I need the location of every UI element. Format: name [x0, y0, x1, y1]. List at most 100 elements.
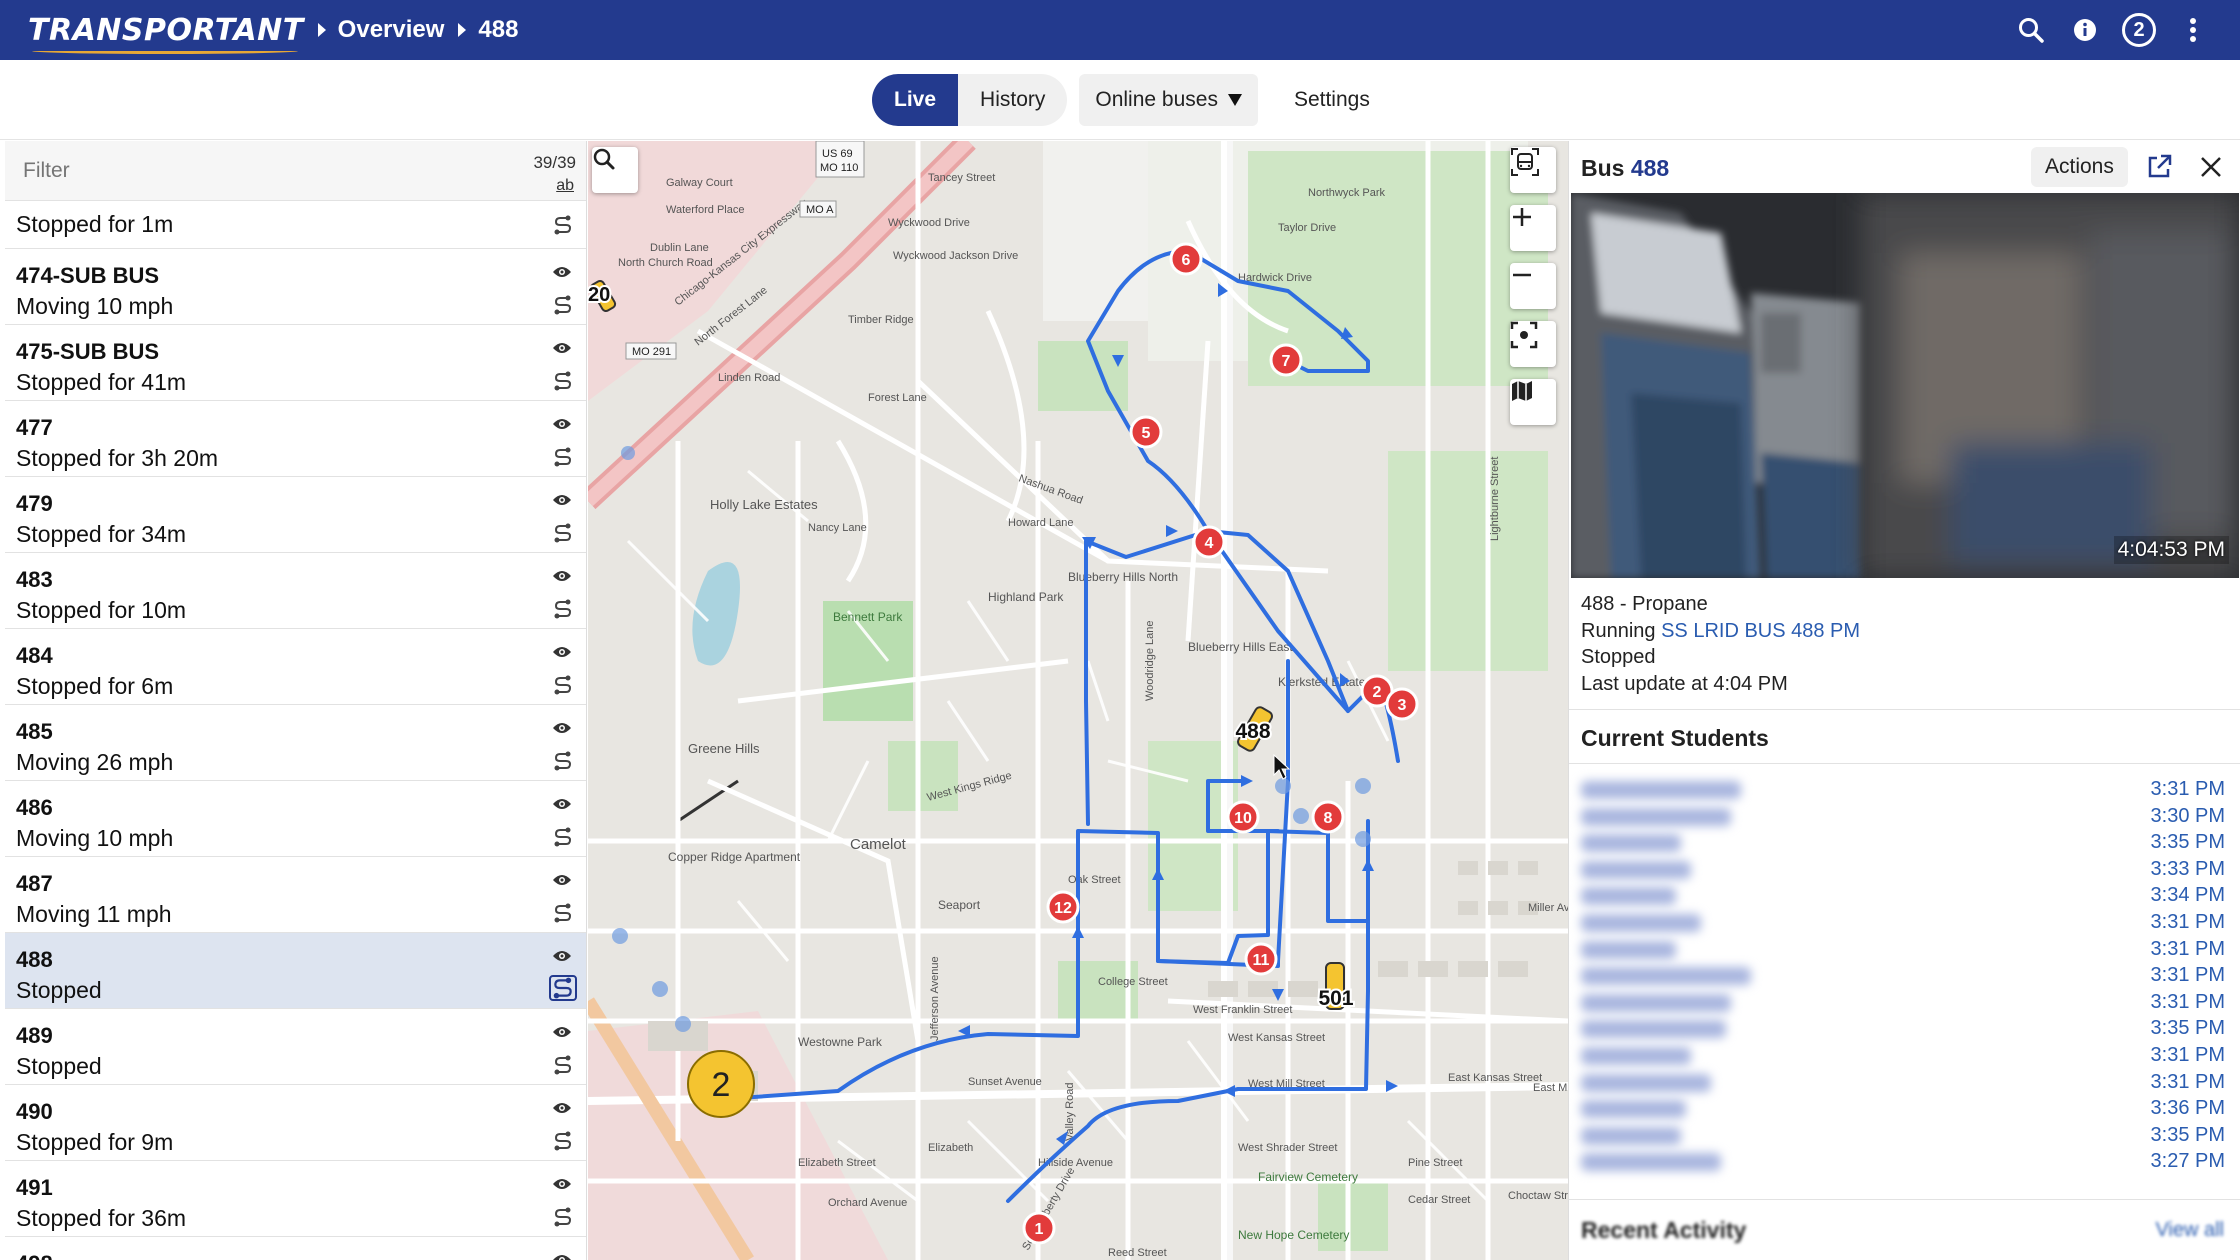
- route-icon[interactable]: [552, 371, 574, 391]
- student-row[interactable]: 3:35 PM: [1569, 1123, 2240, 1150]
- stop-marker[interactable]: 7: [1269, 343, 1303, 377]
- bus-list-item[interactable]: 488 Stopped: [5, 933, 586, 1009]
- view-all-link[interactable]: View all: [2155, 1219, 2224, 1242]
- close-icon[interactable]: [2199, 155, 2223, 179]
- bus-list-item[interactable]: 490 Stopped for 9m: [5, 1085, 586, 1161]
- bus-list-item[interactable]: 475-SUB BUS Stopped for 41m: [5, 325, 586, 401]
- route-icon[interactable]: [552, 827, 574, 847]
- bus-list-item[interactable]: 487 Moving 11 mph: [5, 857, 586, 933]
- route-icon[interactable]: [552, 295, 574, 315]
- student-row[interactable]: 3:27 PM: [1569, 1149, 2240, 1176]
- eye-icon[interactable]: [552, 949, 572, 963]
- stop-marker[interactable]: 5: [1129, 415, 1163, 449]
- eye-icon[interactable]: [552, 569, 572, 583]
- stop-marker[interactable]: 6: [1169, 242, 1203, 276]
- student-row[interactable]: 3:36 PM: [1569, 1096, 2240, 1123]
- notifications-badge[interactable]: 2: [2122, 13, 2156, 47]
- bus-list-panel: 39/39 ab Stopped for 1m 474-SUB BUS Moving…: [5, 141, 587, 1260]
- stop-marker[interactable]: 3: [1385, 687, 1419, 721]
- eye-icon[interactable]: [552, 341, 572, 355]
- student-row[interactable]: 3:31 PM: [1569, 777, 2240, 804]
- tab-history[interactable]: History: [958, 74, 1068, 126]
- student-name-redacted: [1581, 860, 1691, 879]
- bus-list-item[interactable]: 474-SUB BUS Moving 10 mph: [5, 249, 586, 325]
- info-icon[interactable]: [2068, 13, 2102, 47]
- route-icon[interactable]: [552, 1055, 574, 1075]
- map-canvas[interactable]: Galway Court Tancey Street Waterford Pla…: [588, 141, 1568, 1260]
- map-layers-button[interactable]: [1510, 379, 1556, 425]
- eye-icon[interactable]: [552, 721, 572, 735]
- bus-list-item[interactable]: 484 Stopped for 6m: [5, 629, 586, 705]
- student-row[interactable]: 3:31 PM: [1569, 1043, 2240, 1070]
- route-icon[interactable]: [552, 751, 574, 771]
- eye-icon[interactable]: [552, 417, 572, 431]
- zoom-out-button[interactable]: [1510, 263, 1556, 309]
- route-icon[interactable]: [552, 447, 574, 467]
- eye-icon[interactable]: [552, 265, 572, 279]
- breadcrumb-overview[interactable]: Overview: [338, 16, 445, 44]
- map-search-button[interactable]: [592, 147, 638, 193]
- bus-list-item[interactable]: Stopped for 1m: [5, 201, 586, 249]
- eye-icon[interactable]: [552, 1177, 572, 1191]
- stop-marker[interactable]: 12: [1046, 890, 1080, 924]
- eye-icon[interactable]: [552, 873, 572, 887]
- bus-camera-feed[interactable]: 4:04:53 PM: [1571, 193, 2239, 578]
- route-icon[interactable]: [552, 1207, 574, 1227]
- bus-list-item[interactable]: 485 Moving 26 mph: [5, 705, 586, 781]
- student-row[interactable]: 3:31 PM: [1569, 910, 2240, 937]
- bus-list-item[interactable]: 477 Stopped for 3h 20m: [5, 401, 586, 477]
- student-row[interactable]: 3:31 PM: [1569, 937, 2240, 964]
- eye-icon[interactable]: [552, 797, 572, 811]
- sort-alpha-icon[interactable]: ab: [556, 177, 574, 195]
- filter-input[interactable]: [5, 141, 525, 201]
- eye-icon[interactable]: [552, 1253, 572, 1260]
- more-vertical-icon[interactable]: [2176, 13, 2210, 47]
- map-label: Lightburne Street: [1489, 457, 1501, 541]
- route-icon[interactable]: [552, 215, 574, 235]
- bus-status: Stopped: [16, 977, 102, 1003]
- eye-icon[interactable]: [552, 1025, 572, 1039]
- route-icon[interactable]: [549, 975, 577, 1001]
- fit-bounds-button[interactable]: [1510, 321, 1556, 367]
- stop-marker[interactable]: 11: [1244, 942, 1278, 976]
- online-buses-dropdown[interactable]: Online buses: [1079, 74, 1258, 126]
- eye-icon[interactable]: [552, 1101, 572, 1115]
- bus-list-item[interactable]: 479 Stopped for 34m: [5, 477, 586, 553]
- student-row[interactable]: 3:33 PM: [1569, 857, 2240, 884]
- map-view[interactable]: Galway Court Tancey Street Waterford Pla…: [588, 141, 1568, 1260]
- eye-icon[interactable]: [552, 645, 572, 659]
- actions-button[interactable]: Actions: [2031, 147, 2128, 187]
- route-link[interactable]: SS LRID BUS 488 PM: [1661, 620, 1860, 642]
- student-row[interactable]: 3:34 PM: [1569, 883, 2240, 910]
- bus-list-item[interactable]: 491 Stopped for 36m: [5, 1161, 586, 1237]
- student-row[interactable]: 3:31 PM: [1569, 963, 2240, 990]
- stop-marker[interactable]: 8: [1311, 800, 1345, 834]
- route-icon[interactable]: [552, 675, 574, 695]
- tab-settings[interactable]: Settings: [1280, 74, 1384, 126]
- student-row[interactable]: 3:35 PM: [1569, 830, 2240, 857]
- student-row[interactable]: 3:30 PM: [1569, 804, 2240, 831]
- eye-icon[interactable]: [552, 493, 572, 507]
- bus-list-item[interactable]: 498: [5, 1237, 586, 1260]
- route-icon[interactable]: [552, 599, 574, 619]
- bus-list-item[interactable]: 486 Moving 10 mph: [5, 781, 586, 857]
- route-icon[interactable]: [552, 1131, 574, 1151]
- follow-bus-button[interactable]: [1510, 147, 1556, 193]
- stop-marker[interactable]: 4: [1192, 525, 1226, 559]
- search-icon[interactable]: [2014, 13, 2048, 47]
- bus-list-item[interactable]: 483 Stopped for 10m: [5, 553, 586, 629]
- external-link-icon[interactable]: [2145, 153, 2173, 181]
- stop-marker[interactable]: 1: [1022, 1211, 1056, 1245]
- logo[interactable]: TRANSPORTANT: [28, 13, 304, 54]
- tab-live[interactable]: Live: [872, 74, 959, 126]
- route-icon[interactable]: [552, 903, 574, 923]
- stop-cluster[interactable]: 2: [687, 1050, 755, 1118]
- bus-name: 486: [16, 795, 53, 820]
- stop-marker[interactable]: 10: [1226, 800, 1260, 834]
- student-row[interactable]: 3:31 PM: [1569, 1070, 2240, 1097]
- student-row[interactable]: 3:31 PM: [1569, 990, 2240, 1017]
- bus-list-item[interactable]: 489 Stopped: [5, 1009, 586, 1085]
- zoom-in-button[interactable]: [1510, 205, 1556, 251]
- student-row[interactable]: 3:35 PM: [1569, 1016, 2240, 1043]
- route-icon[interactable]: [552, 523, 574, 543]
